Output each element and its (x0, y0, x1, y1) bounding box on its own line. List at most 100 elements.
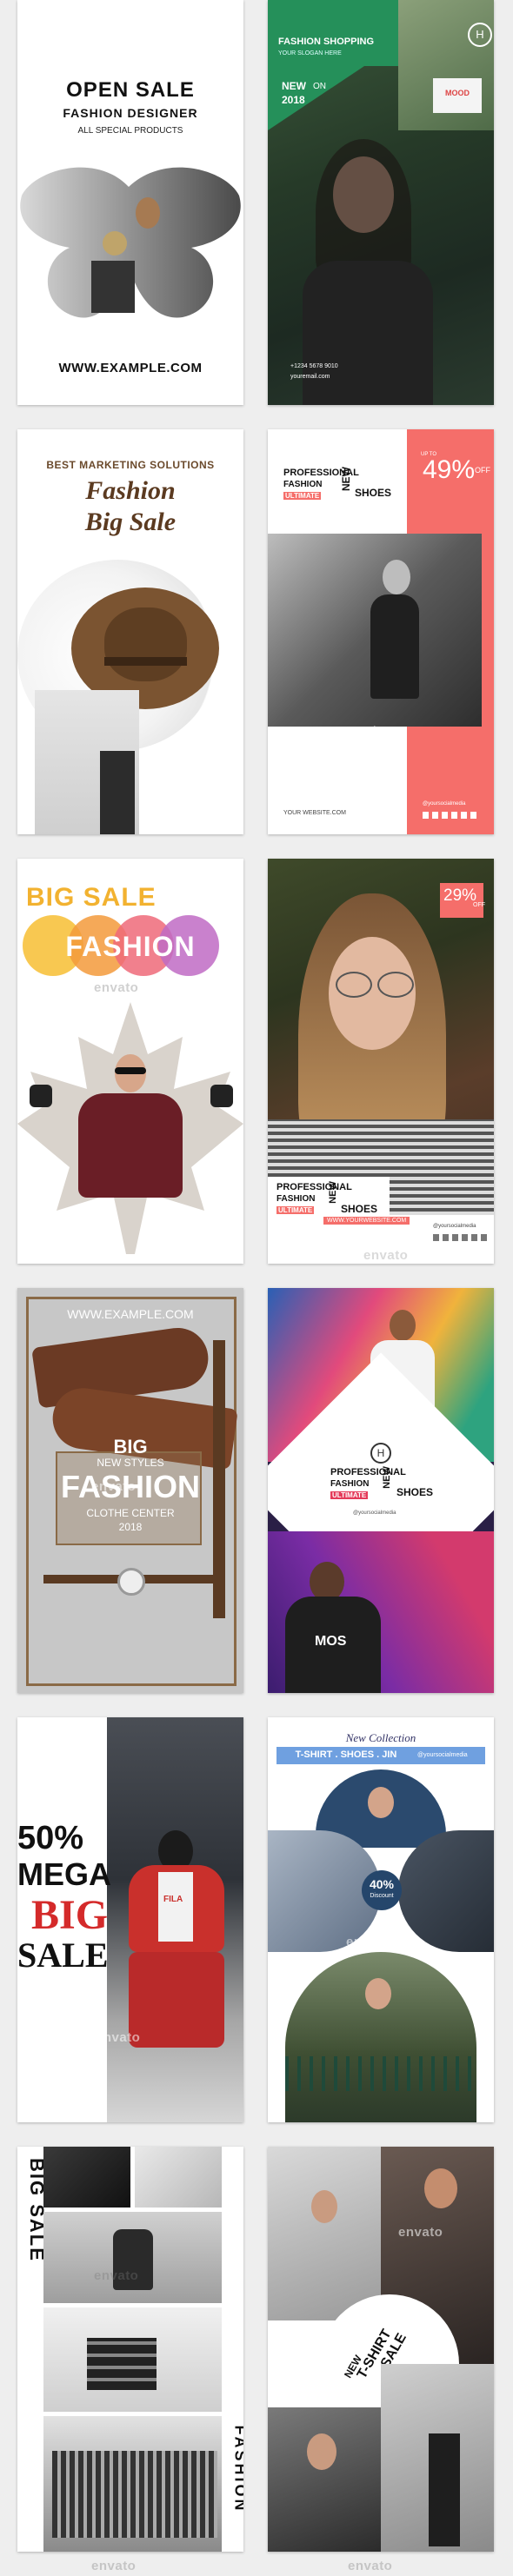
big-text: BIG (31, 1892, 109, 1938)
off-text: OFF (473, 902, 485, 908)
clothes-rack (52, 2451, 217, 2538)
year-text: 2018 (118, 1521, 143, 1533)
professional-text: PROFESSIONAL (330, 1467, 406, 1477)
bottom-left-photo (268, 2407, 381, 2552)
red-pants (129, 1952, 224, 2048)
fashion-text: FASHION (65, 931, 196, 962)
percent-text: 40% (369, 1877, 395, 1891)
watermark: envato (398, 2225, 443, 2240)
title-line-1: Fashion (85, 476, 176, 505)
new-styles-text: NEW STYLES (97, 1457, 164, 1469)
right-photo (398, 1830, 494, 1952)
belt (213, 1340, 225, 1618)
fashion-text: FASHION (276, 1194, 316, 1204)
social-icons (433, 1234, 487, 1241)
watch-face (117, 1568, 145, 1596)
header-text: FASHION SHOPPING (278, 37, 375, 47)
template-card-big-sale-fashion[interactable]: BIG SALE FASHION envato (17, 859, 243, 1264)
big-sale-text: BIG SALE (26, 883, 157, 912)
butterfly-photo-shape (20, 167, 241, 318)
right-glove (210, 1085, 233, 1107)
white-shirt (158, 1872, 193, 1942)
card-tagline: ALL SPECIAL PRODUCTS (77, 126, 183, 136)
top-model-face (368, 1787, 394, 1818)
new-label: NEW (381, 1466, 392, 1489)
title-line-2: Big Sale (84, 508, 177, 536)
glasses-left (336, 972, 372, 998)
items-text: T-SHIRT . SHOES . JIN (295, 1749, 397, 1760)
card-title: OPEN SALE (66, 78, 195, 102)
shirt-text: MOOD (445, 89, 470, 97)
card-subtitle: FASHION DESIGNER (63, 106, 198, 120)
bottom-model-face (365, 1978, 391, 2009)
model-top (303, 261, 433, 405)
railing (285, 2056, 476, 2091)
template-card-professional-29[interactable]: 29% OFF PROFESSIONAL FASHION ULTIMATE NE… (268, 859, 494, 1264)
photo-tile-2 (135, 2147, 222, 2208)
template-card-mega-big-sale[interactable]: FILA 50% MEGA BIG SALE envato (17, 1717, 243, 2122)
top-model-face (390, 1310, 416, 1341)
template-card-open-sale[interactable]: OPEN SALE FASHION DESIGNER ALL SPECIAL P… (17, 0, 243, 405)
bottom-watermark-right: envato (348, 2559, 393, 2573)
contact-line-1[interactable]: +1234 5678 9010 (290, 363, 338, 369)
sunglasses (115, 1067, 146, 1074)
big-text: BIG (113, 1436, 148, 1457)
red-coat (78, 1093, 183, 1198)
discount-text: Discount (370, 1893, 394, 1899)
ultimate-badge: ULTIMATE (330, 1491, 369, 1499)
template-card-graffiti-professional[interactable]: MOS H PROFESSIONAL FASHION ULTIMATE NEW … (268, 1288, 494, 1693)
template-card-new-collection[interactable]: New Collection T-SHIRT . SHOES . JIN @yo… (268, 1717, 494, 2122)
fashion-vertical: FASHION (231, 2425, 244, 2513)
collection-text: New Collection (345, 1731, 416, 1744)
template-card-fashion-big-sale[interactable]: BEST MARKETING SOLUTIONS Fashion Big Sal… (17, 429, 243, 834)
new-label: NEW (282, 80, 306, 92)
left-glove (30, 1085, 52, 1107)
template-card-big-new-styles[interactable]: WWW.EXAMPLE.COM BIG NEW STYLES FASHION C… (17, 1288, 243, 1693)
watermark: envato (96, 2030, 141, 2045)
ultimate-badge: ULTIMATE (283, 492, 322, 500)
template-card-tshirt-sale[interactable]: NEW T-SHIRT SALE envato (268, 2147, 494, 2552)
bottom-left-face (307, 2433, 336, 2470)
shirt-text: MOS (315, 1634, 347, 1649)
watermark: envato (363, 1248, 409, 1263)
shirt-text: FILA (163, 1895, 183, 1904)
fashion-text: FASHION (330, 1479, 370, 1489)
professional-text: PROFESSIONAL (276, 1182, 352, 1192)
social-text[interactable]: @yoursocialmedia (353, 1510, 396, 1516)
logo-badge: H (468, 23, 492, 47)
social-icons (423, 812, 478, 819)
on-label: ON (313, 82, 326, 91)
hat-band (104, 657, 187, 666)
template-card-professional-49[interactable]: PROFESSIONAL FASHION ULTIMATE NEW SHOES … (268, 429, 494, 834)
website-text[interactable]: WWW.YOURWEBSITE.COM (323, 1217, 410, 1225)
hat-crown (104, 607, 187, 681)
glasses-right (377, 972, 414, 998)
top-left-face (311, 2190, 337, 2223)
social-text[interactable]: @yoursocialmedia (417, 1752, 468, 1758)
template-card-big-sale-grid[interactable]: BIG SALE FASHION envato (17, 2147, 243, 2552)
watermark: envato (346, 1935, 391, 1949)
social-text[interactable]: @yoursocialmedia (423, 801, 465, 807)
year-label: 2018 (282, 94, 305, 106)
card-url[interactable]: WWW.EXAMPLE.COM (17, 361, 243, 375)
percent-text: 50% (17, 1820, 84, 1856)
website-text[interactable]: YOUR WEBSITE.COM (283, 810, 346, 816)
shoes-text: SHOES (355, 487, 392, 499)
photo-tile-1 (43, 2147, 130, 2208)
new-label: NEW (327, 1181, 338, 1204)
model-face (383, 560, 410, 594)
template-card-fashion-shopping[interactable]: FASHION SHOPPING YOUR SLOGAN HERE NEW ON… (268, 0, 494, 405)
model-body (370, 594, 419, 699)
legs (100, 751, 135, 834)
fashion-text: FASHION (283, 480, 323, 489)
bottom-watermark-left: envato (91, 2559, 137, 2573)
model-legs (429, 2433, 460, 2546)
watermark: envato (94, 2268, 139, 2283)
shoes-text: SHOES (341, 1203, 378, 1215)
contact-line-2[interactable]: youremail.com (290, 374, 330, 380)
watermark: envato (341, 723, 386, 738)
social-text[interactable]: @yoursocialmedia (433, 1224, 476, 1229)
top-left-photo (268, 2147, 381, 2320)
url-text[interactable]: WWW.EXAMPLE.COM (17, 1307, 243, 1321)
ultimate-badge: ULTIMATE (276, 1206, 315, 1214)
